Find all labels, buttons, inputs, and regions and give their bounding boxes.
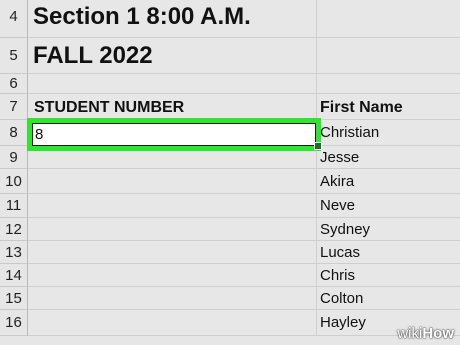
watermark-prefix: wiki — [397, 325, 423, 342]
row-header-12[interactable]: 12 — [0, 218, 28, 241]
cell-b11[interactable]: Neve — [317, 194, 460, 218]
cell-b12[interactable]: Sydney — [317, 218, 460, 241]
fill-handle[interactable] — [314, 142, 322, 150]
row-header-7[interactable]: 7 — [0, 94, 28, 120]
row-header-6[interactable]: 6 — [0, 74, 28, 94]
cell-a14[interactable] — [28, 264, 317, 287]
cell-b6[interactable] — [317, 74, 460, 94]
cell-b8[interactable]: Christian — [317, 120, 460, 146]
cell-a5[interactable]: FALL 2022 — [28, 38, 317, 74]
row-header-4[interactable]: 4 — [0, 0, 28, 38]
spreadsheet-grid: 4 Section 1 8:00 A.M. 5 FALL 2022 6 7 STUDENT … — [0, 0, 460, 345]
cell-a7[interactable]: STUDENT NUMBER — [28, 94, 317, 120]
cell-b10[interactable]: Akira — [317, 169, 460, 194]
cell-b7[interactable]: First Name — [317, 94, 460, 120]
cell-a4[interactable]: Section 1 8:00 A.M. — [28, 0, 317, 38]
active-cell-inner-border — [32, 123, 316, 146]
cell-b9[interactable]: Jesse — [317, 146, 460, 169]
row-header-16[interactable]: 16 — [0, 310, 28, 336]
cell-a12[interactable] — [28, 218, 317, 241]
cell-b15[interactable]: Colton — [317, 287, 460, 310]
active-cell-value: 8 — [35, 126, 44, 143]
cell-a15[interactable] — [28, 287, 317, 310]
cell-b14[interactable]: Chris — [317, 264, 460, 287]
active-cell-a8[interactable]: 8 — [27, 118, 321, 151]
row-header-10[interactable]: 10 — [0, 169, 28, 194]
cell-b4[interactable] — [317, 0, 460, 38]
cell-b13[interactable]: Lucas — [317, 241, 460, 264]
cell-a13[interactable] — [28, 241, 317, 264]
row-header-13[interactable]: 13 — [0, 241, 28, 264]
cell-a6[interactable] — [28, 74, 317, 94]
row-header-8[interactable]: 8 — [0, 120, 28, 146]
row-header-15[interactable]: 15 — [0, 287, 28, 310]
cell-a10[interactable] — [28, 169, 317, 194]
cell-b5[interactable] — [317, 38, 460, 74]
row-header-5[interactable]: 5 — [0, 38, 28, 74]
cell-a16[interactable] — [28, 310, 317, 336]
row-header-14[interactable]: 14 — [0, 264, 28, 287]
cell-a11[interactable] — [28, 194, 317, 218]
watermark-suffix: How — [422, 325, 454, 342]
row-header-11[interactable]: 11 — [0, 194, 28, 218]
row-header-9[interactable]: 9 — [0, 146, 28, 169]
wikihow-watermark: wikiHow — [397, 325, 454, 342]
